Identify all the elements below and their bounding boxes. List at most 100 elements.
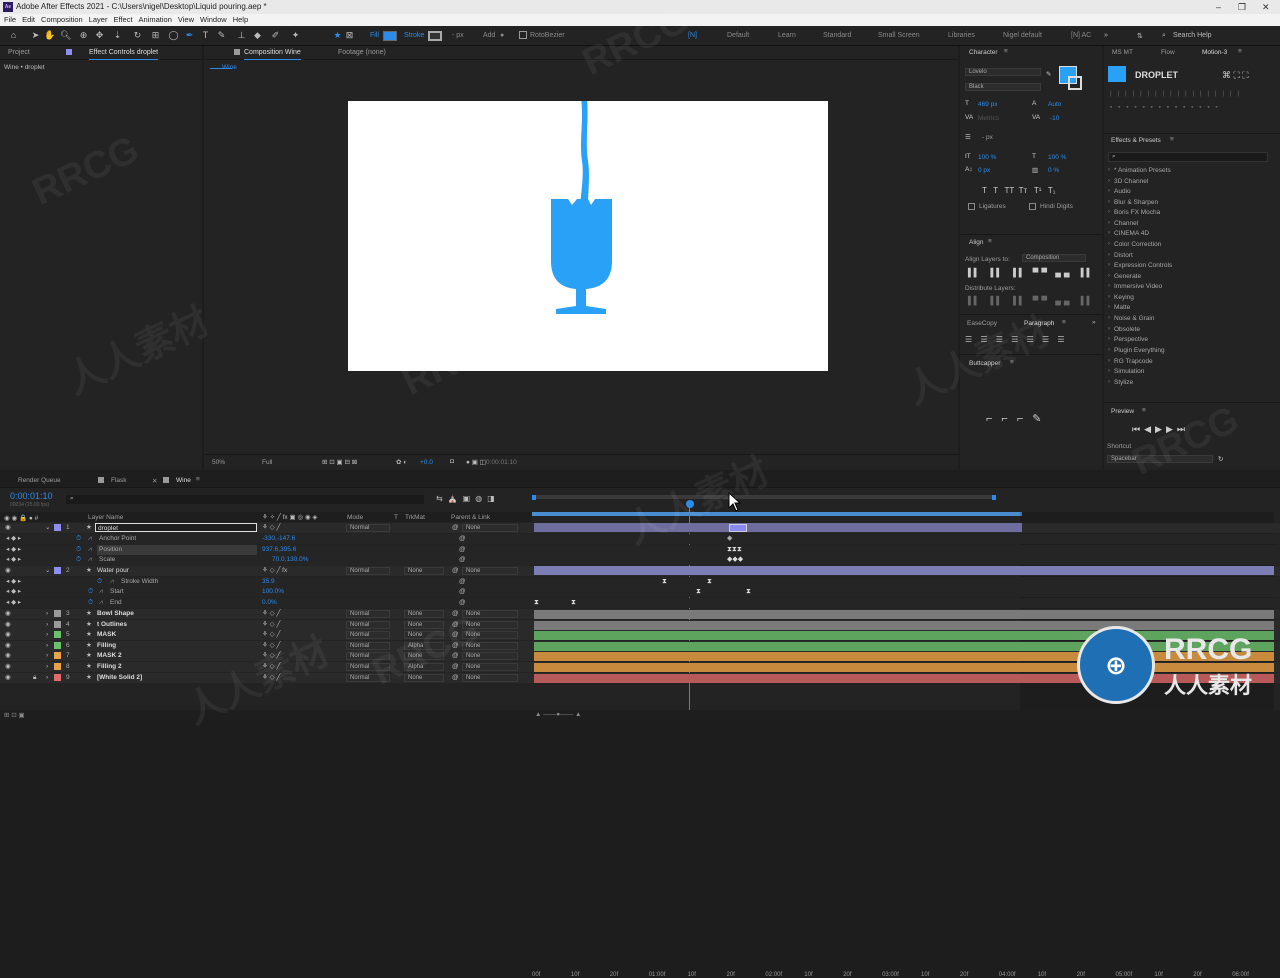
keyframe-nav-icon[interactable]: ◂ ◆ ▸: [6, 545, 21, 555]
label-color[interactable]: [54, 524, 61, 531]
effect-category[interactable]: Boris FX Mocha: [1114, 209, 1160, 216]
layer-duration-bar[interactable]: [534, 642, 1274, 651]
expand-chevron-icon[interactable]: ⌄: [45, 523, 50, 533]
effect-category[interactable]: Color Correction: [1114, 241, 1161, 248]
layer-duration-bar[interactable]: [534, 631, 1274, 640]
effect-category[interactable]: Matte: [1114, 304, 1130, 311]
dolly-tool-icon[interactable]: ⇣: [112, 30, 123, 41]
faux-style-buttons[interactable]: T T TT Tт T¹ T₁: [982, 186, 1055, 195]
layer-duration-bar[interactable]: [534, 566, 1274, 575]
keyframe-nav-icon[interactable]: ◂ ◆ ▸: [6, 534, 21, 544]
blend-mode-dropdown[interactable]: Normal: [346, 567, 390, 575]
timeline-switch-icons[interactable]: ⇆⛪▣◍◨: [436, 494, 500, 503]
tab-easecopy[interactable]: EaseCopy: [967, 320, 997, 327]
parent-link-header[interactable]: Parent & Link: [451, 514, 490, 521]
property-row-start[interactable]: ◂ ◆ ▸ ⏱ ⩘ Start 100.0% @ ⧗ ⧗: [0, 587, 1280, 597]
font-size-value[interactable]: 469 px: [978, 101, 998, 108]
orbit-tool-icon[interactable]: ⊕: [78, 30, 89, 41]
mode-header[interactable]: Mode: [347, 514, 363, 521]
tab-flow[interactable]: Flow: [1161, 49, 1175, 56]
layer-name-header[interactable]: Layer Name: [88, 514, 123, 521]
color-management-icon[interactable]: ✿ ◐: [396, 458, 407, 466]
label-color[interactable]: [54, 652, 61, 659]
property-row-stroke-width[interactable]: ◂ ◆ ▸ ⏱ ⩘ Stroke Width 35.9 @ ⧗ ⧗: [0, 577, 1280, 587]
effect-category[interactable]: Generate: [1114, 273, 1141, 280]
snapshot-icon[interactable]: ◘: [450, 458, 454, 465]
pickwhip-icon[interactable]: @: [452, 651, 459, 661]
layer-duration-bar[interactable]: [534, 663, 1274, 672]
work-area-end-handle[interactable]: [992, 495, 996, 500]
align-to-dropdown[interactable]: Composition: [1022, 254, 1086, 262]
layer-bar-selected-segment[interactable]: [729, 524, 747, 532]
label-color[interactable]: [54, 631, 61, 638]
label-color[interactable]: [54, 621, 61, 628]
t-header[interactable]: T: [394, 514, 398, 521]
layer-switches[interactable]: ⚘ ◇ ╱: [262, 651, 280, 661]
track-matte-dropdown[interactable]: None: [404, 621, 444, 629]
buttcapper-buttons[interactable]: ⌐⌐⌐✎: [986, 412, 1051, 425]
vertical-scale-value[interactable]: 100 %: [978, 154, 996, 161]
expression-pickwhip-icon[interactable]: @: [459, 598, 466, 608]
ligatures-checkbox[interactable]: [968, 203, 975, 210]
graph-icon[interactable]: ⩘: [88, 555, 92, 565]
motion-slider-row[interactable]: | | | | | | | | | | | | | | | | | |: [1110, 90, 1241, 97]
workspace-n-ac[interactable]: [N] AC: [1071, 32, 1091, 39]
blend-mode-dropdown[interactable]: Normal: [346, 610, 390, 618]
layer-row-droplet[interactable]: ◉ ⌄ 1 ★ droplet ⚘ ◇ ╱ Normal @ None: [0, 523, 1280, 533]
layer-switches[interactable]: ⚘ ◇ ╱: [262, 673, 280, 683]
add-label[interactable]: Add: [483, 32, 495, 39]
hindi-digits-checkbox[interactable]: [1029, 203, 1036, 210]
search-help-input[interactable]: Search Help: [1173, 32, 1212, 39]
type-tool-icon[interactable]: T: [200, 30, 211, 41]
stroke-width-value[interactable]: - px: [452, 32, 464, 39]
align-menu-icon[interactable]: ≡: [988, 238, 992, 245]
effect-category[interactable]: Immersive Video: [1114, 283, 1162, 290]
visibility-eye-icon[interactable]: ◉: [5, 523, 11, 533]
effects-search-input[interactable]: [1108, 152, 1268, 162]
tab-motion-3[interactable]: Motion-3: [1202, 49, 1227, 56]
keyframe-diamond[interactable]: ◆: [727, 535, 732, 543]
pickwhip-icon[interactable]: @: [452, 641, 459, 651]
effect-category[interactable]: Channel: [1114, 220, 1138, 227]
effect-category[interactable]: Perspective: [1114, 336, 1148, 343]
leading-value[interactable]: Auto: [1048, 101, 1061, 108]
motion-color-swatch[interactable]: [1108, 66, 1126, 82]
switches-header-icons[interactable]: ⚘ ✧ ╱ fx ▣ ◎ ◉ ◈: [262, 513, 317, 521]
expression-pickwhip-icon[interactable]: @: [459, 587, 466, 597]
timeline-current-time[interactable]: 0:00:01:10: [10, 491, 53, 501]
layer-duration-bar[interactable]: [534, 610, 1274, 619]
clone-stamp-tool-icon[interactable]: ⊥: [236, 30, 247, 41]
pan-behind-tool-icon[interactable]: ⊞: [150, 30, 161, 41]
keyframe-hourglass[interactable]: ⧗: [662, 578, 667, 586]
visibility-eye-icon[interactable]: ◉: [5, 609, 11, 619]
home-icon[interactable]: ⌂: [8, 30, 19, 41]
distribute-buttons[interactable]: ▐▌ ▐▌ ▐▌ ▀▀ ▄▄ ▐▌: [965, 296, 1095, 305]
layer-name[interactable]: Filling: [97, 641, 116, 651]
parent-dropdown[interactable]: None: [462, 621, 518, 629]
track-matte-dropdown[interactable]: None: [404, 674, 444, 682]
label-color[interactable]: [54, 663, 61, 670]
pickwhip-icon[interactable]: @: [452, 609, 459, 619]
eyedropper-icon[interactable]: ✎: [1046, 70, 1051, 78]
stroke-width-char-value[interactable]: - px: [982, 134, 993, 141]
rotobezier-checkbox[interactable]: [519, 31, 527, 39]
toggle-switches-icons[interactable]: ⊞ ⊡ ▣: [4, 711, 25, 719]
stopwatch-icon[interactable]: ⏱: [88, 587, 93, 597]
effects-menu-icon[interactable]: ≡: [1170, 136, 1174, 143]
graph-icon[interactable]: ⩘: [110, 577, 114, 587]
label-color[interactable]: [54, 642, 61, 649]
preview-menu-icon[interactable]: ≡: [1142, 407, 1146, 414]
label-color[interactable]: [54, 674, 61, 681]
graph-icon[interactable]: ⩘: [88, 534, 92, 544]
layer-name[interactable]: Bowl Shape: [97, 609, 134, 619]
effect-category[interactable]: Keying: [1114, 294, 1134, 301]
zoom-slider[interactable]: ▲ ——●—— ▲: [535, 711, 581, 718]
layer-name[interactable]: [White Solid 2]: [97, 673, 142, 683]
menu-window[interactable]: Window: [200, 15, 227, 24]
layer-row[interactable]: ◉ › 4 ★ t Outlines ⚘ ◇ ╱ Normal None @ None: [0, 620, 1280, 630]
exposure-value[interactable]: +0.0: [420, 459, 433, 466]
layer-name[interactable]: t Outlines: [97, 620, 127, 630]
layer-name-field[interactable]: droplet: [95, 523, 257, 532]
tab-ms-mt[interactable]: MS MT: [1112, 49, 1133, 56]
blend-mode-dropdown[interactable]: Normal: [346, 642, 390, 650]
